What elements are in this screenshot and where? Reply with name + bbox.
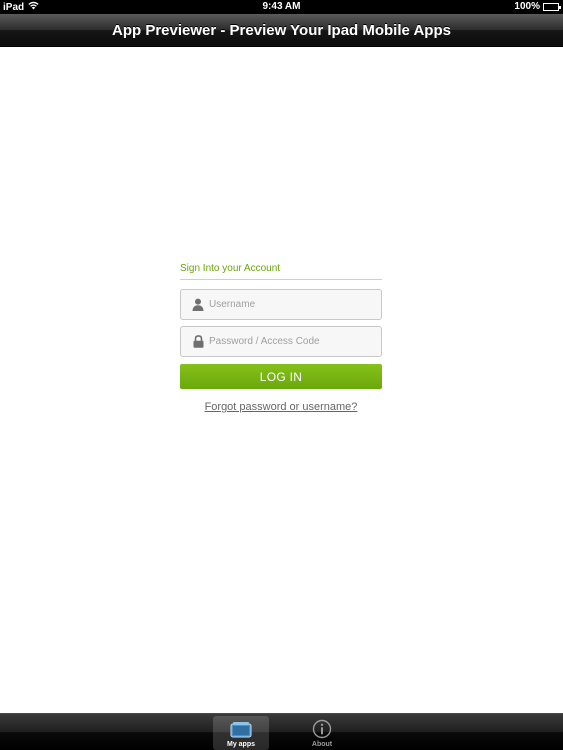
battery-percent: 100% [514,1,540,12]
battery-icon [543,2,561,11]
username-field-container[interactable] [180,289,382,320]
info-icon [294,718,350,740]
lock-icon [190,334,206,350]
page-title: App Previewer - Preview Your Ipad Mobile… [112,22,451,39]
tab-my-apps[interactable]: My apps [213,716,269,750]
username-input[interactable] [209,299,369,310]
my-apps-icon [213,718,269,740]
tab-my-apps-label: My apps [226,741,255,748]
forgot-password-link[interactable]: Forgot password or username? [180,401,382,413]
status-time: 9:43 AM [262,1,301,12]
password-field-container[interactable] [180,326,382,357]
login-button[interactable]: LOG IN [180,364,382,389]
status-bar: iPad 9:43 AM 100% [0,0,563,14]
tab-about[interactable]: About [294,716,350,750]
login-form: Sign Into your Account LOG IN Forgot pas… [180,263,382,413]
battery-group: 100% [514,1,561,12]
navigation-bar: App Previewer - Preview Your Ipad Mobile… [0,14,563,47]
tab-bar: My apps About [0,713,563,750]
user-icon [190,297,206,313]
tab-about-label: About [311,741,333,748]
login-heading: Sign Into your Account [180,263,382,280]
password-input[interactable] [209,336,369,347]
